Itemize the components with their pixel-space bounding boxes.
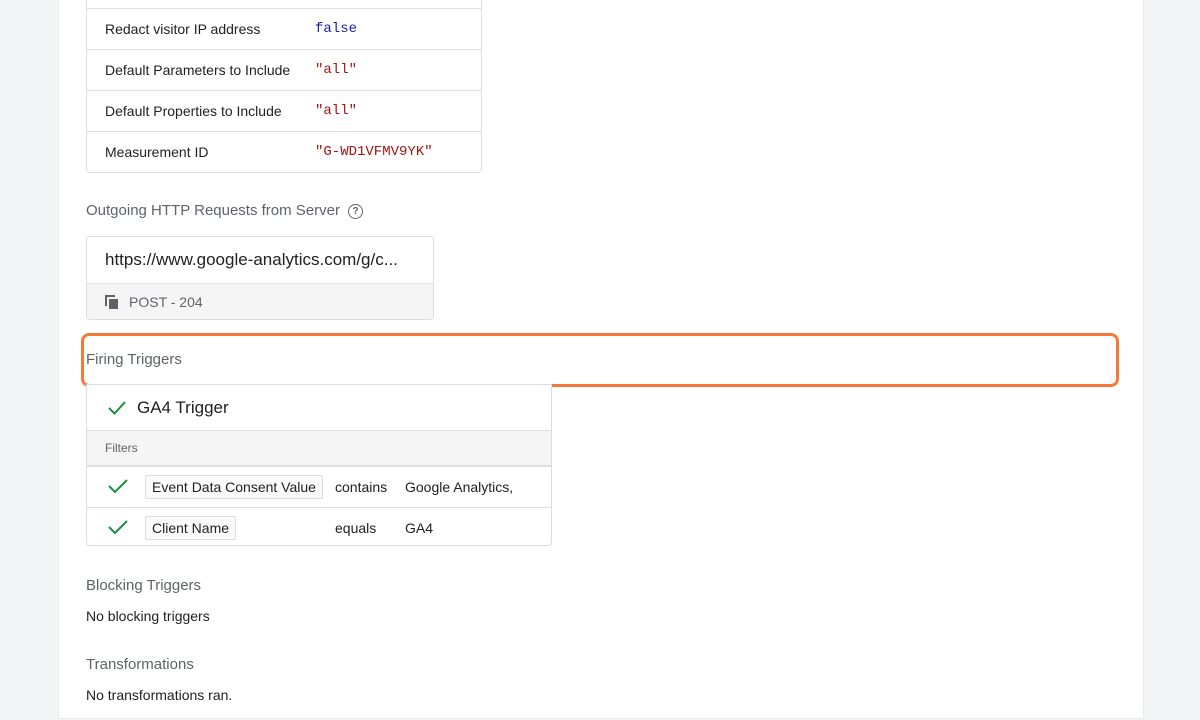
http-request-card[interactable]: https://www.google-analytics.com/g/c... … [86, 236, 434, 320]
filter-row: Client Name equals GA4 [87, 507, 551, 545]
property-key: Default Parameters to Include [105, 62, 291, 78]
check-icon [107, 399, 127, 417]
property-value: "G-WD1VFMV9YK" [315, 144, 433, 160]
blocking-triggers-text: No blocking triggers [86, 608, 210, 624]
transformations-text: No transformations ran. [86, 687, 233, 703]
tag-properties-table: Redact visitor IP address false Default … [86, 0, 482, 173]
property-key: Redact visitor IP address [105, 21, 261, 37]
property-key: Default Properties to Include [105, 103, 282, 119]
table-row: Default Parameters to Include "all" [87, 49, 481, 90]
highlight-box [81, 333, 1119, 387]
outgoing-requests-title: Outgoing HTTP Requests from Server? [86, 202, 363, 219]
variable-name: Client Name [145, 516, 237, 540]
request-status-bar: POST - 204 [87, 283, 433, 319]
blocking-triggers-title: Blocking Triggers [86, 577, 202, 594]
section-title-text: Outgoing HTTP Requests from Server [86, 202, 340, 219]
request-status: POST - 204 [129, 294, 203, 310]
firing-triggers-title: Firing Triggers [86, 351, 182, 368]
filters-label: Filters [87, 430, 551, 466]
variable-name: Event Data Consent Value [145, 475, 323, 499]
request-url: https://www.google-analytics.com/g/c... [105, 250, 398, 269]
property-key: Measurement ID [105, 144, 209, 160]
trigger-card: GA4 Trigger Filters Event Data Consent V… [86, 384, 552, 546]
check-icon [87, 518, 145, 539]
copy-icon [105, 295, 119, 309]
table-row: Default Properties to Include "all" [87, 90, 481, 131]
filter-value: Google Analytics, [405, 479, 514, 495]
filter-row: Event Data Consent Value contains Google… [87, 466, 551, 507]
trigger-name: GA4 Trigger [137, 397, 229, 417]
property-value: "all" [315, 62, 358, 78]
check-icon [87, 477, 145, 498]
filter-operator: contains [335, 479, 388, 495]
variable-chip: Client Name [145, 516, 335, 540]
trigger-header[interactable]: GA4 Trigger [87, 385, 551, 430]
variable-chip: Event Data Consent Value [145, 475, 335, 499]
table-row: Measurement ID "G-WD1VFMV9YK" [87, 131, 481, 172]
transformations-title: Transformations [86, 656, 194, 673]
property-value: "all" [315, 103, 358, 119]
filter-value: GA4 [405, 520, 434, 536]
property-value: false [315, 21, 358, 37]
help-circle-icon[interactable]: ? [348, 204, 363, 219]
filter-operator: equals [335, 520, 377, 536]
table-row: Redact visitor IP address false [87, 8, 481, 49]
